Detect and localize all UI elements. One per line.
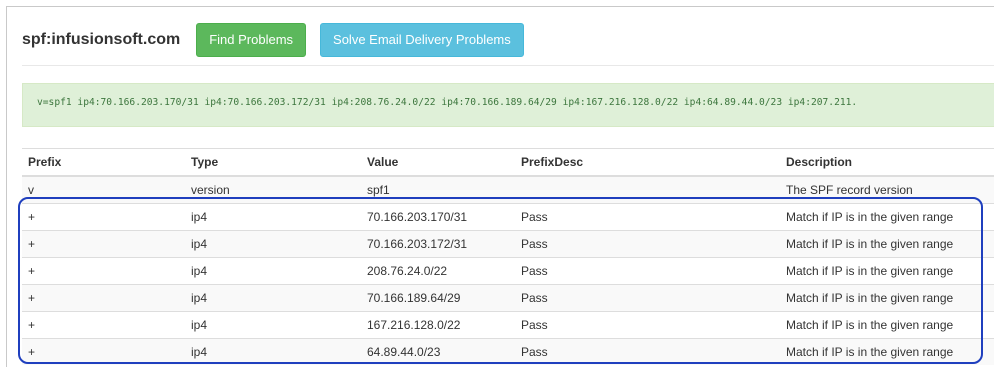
cell-prefix: v bbox=[22, 175, 185, 204]
cell-prefixdesc: Pass bbox=[515, 203, 780, 231]
header-divider bbox=[22, 65, 994, 66]
column-header-description: Description bbox=[780, 148, 994, 177]
cell-description: Match if IP is in the given range bbox=[780, 230, 994, 258]
find-problems-button[interactable]: Find Problems bbox=[196, 23, 307, 57]
cell-value: 70.166.203.170/31 bbox=[361, 203, 515, 231]
page-title: spf:infusionsoft.com bbox=[22, 31, 181, 48]
spf-record-text: v=spf1 ip4:70.166.203.170/31 ip4:70.166.… bbox=[37, 97, 858, 108]
solve-email-delivery-button[interactable]: Solve Email Delivery Problems bbox=[320, 23, 524, 57]
column-header-value: Value bbox=[361, 148, 515, 177]
cell-description: Match if IP is in the given range bbox=[780, 257, 994, 285]
cell-value: spf1 bbox=[361, 175, 515, 204]
header-bar: spf:infusionsoft.com Find Problems Solve… bbox=[22, 23, 538, 57]
cell-prefixdesc: Pass bbox=[515, 338, 780, 365]
table-row: + ip4 70.166.203.170/31 Pass Match if IP… bbox=[22, 203, 994, 231]
cell-type: ip4 bbox=[185, 203, 361, 231]
cell-prefix: + bbox=[22, 338, 185, 365]
cell-description: The SPF record version bbox=[780, 175, 994, 204]
cell-prefix: + bbox=[22, 230, 185, 258]
cell-prefix: + bbox=[22, 284, 185, 312]
cell-prefix: + bbox=[22, 203, 185, 231]
cell-type: ip4 bbox=[185, 257, 361, 285]
cell-value: 70.166.189.64/29 bbox=[361, 284, 515, 312]
cell-description: Match if IP is in the given range bbox=[780, 311, 994, 339]
cell-value: 208.76.24.0/22 bbox=[361, 257, 515, 285]
table-header-row: Prefix Type Value PrefixDesc Description bbox=[22, 148, 994, 177]
table-row: + ip4 208.76.24.0/22 Pass Match if IP is… bbox=[22, 257, 994, 285]
cell-prefixdesc bbox=[515, 175, 780, 204]
cell-description: Match if IP is in the given range bbox=[780, 284, 994, 312]
cell-description: Match if IP is in the given range bbox=[780, 338, 994, 365]
table-row: + ip4 70.166.189.64/29 Pass Match if IP … bbox=[22, 284, 994, 312]
table-row: + ip4 70.166.203.172/31 Pass Match if IP… bbox=[22, 230, 994, 258]
cell-prefixdesc: Pass bbox=[515, 257, 780, 285]
spf-results-table: Prefix Type Value PrefixDesc Description… bbox=[22, 148, 994, 365]
cell-prefixdesc: Pass bbox=[515, 284, 780, 312]
cell-prefix: + bbox=[22, 257, 185, 285]
cell-type: ip4 bbox=[185, 230, 361, 258]
column-header-prefix: Prefix bbox=[22, 148, 185, 177]
cell-prefix: + bbox=[22, 311, 185, 339]
column-header-prefixdesc: PrefixDesc bbox=[515, 148, 780, 177]
table-row: + ip4 167.216.128.0/22 Pass Match if IP … bbox=[22, 311, 994, 339]
spf-record-box: v=spf1 ip4:70.166.203.170/31 ip4:70.166.… bbox=[22, 83, 994, 127]
cell-type: ip4 bbox=[185, 338, 361, 365]
cell-type: ip4 bbox=[185, 311, 361, 339]
table-row: v version spf1 The SPF record version bbox=[22, 175, 994, 204]
cell-value: 167.216.128.0/22 bbox=[361, 311, 515, 339]
column-header-type: Type bbox=[185, 148, 361, 177]
table-row: + ip4 64.89.44.0/23 Pass Match if IP is … bbox=[22, 338, 994, 365]
cell-value: 64.89.44.0/23 bbox=[361, 338, 515, 365]
cell-prefixdesc: Pass bbox=[515, 311, 780, 339]
cell-prefixdesc: Pass bbox=[515, 230, 780, 258]
cell-type: version bbox=[185, 175, 361, 204]
spf-results-panel: spf:infusionsoft.com Find Problems Solve… bbox=[6, 6, 994, 367]
cell-value: 70.166.203.172/31 bbox=[361, 230, 515, 258]
cell-type: ip4 bbox=[185, 284, 361, 312]
cell-description: Match if IP is in the given range bbox=[780, 203, 994, 231]
